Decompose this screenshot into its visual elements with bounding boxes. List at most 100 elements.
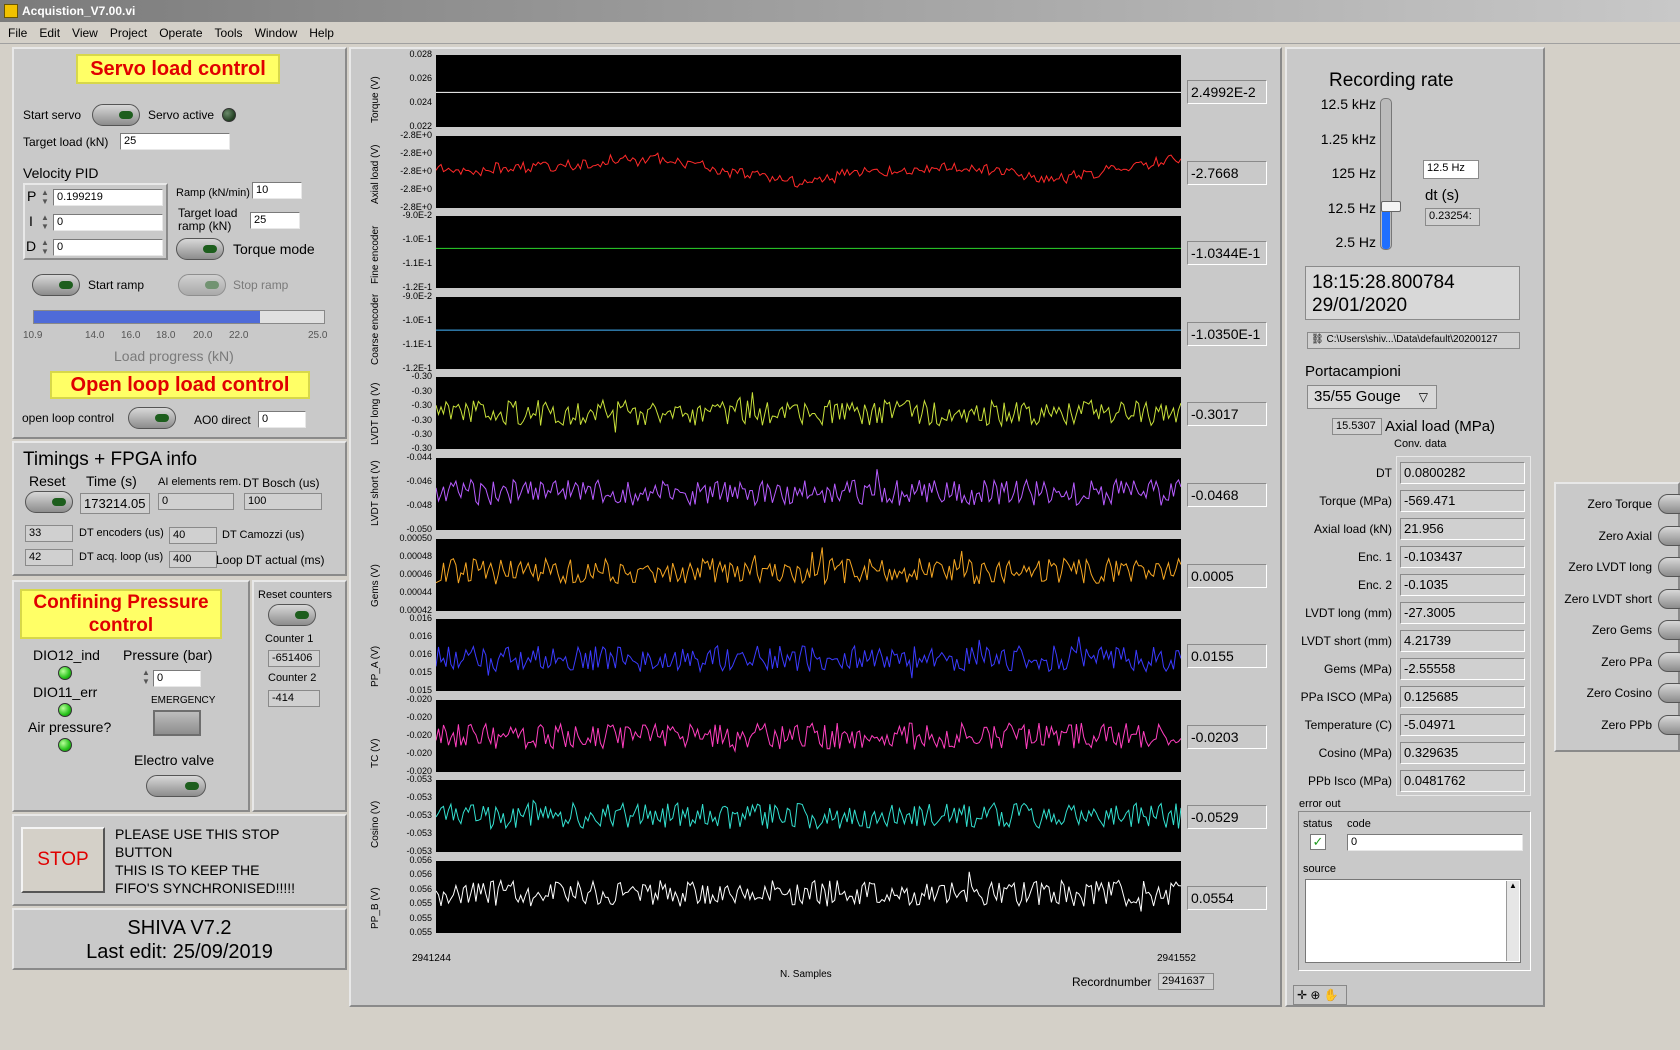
portacampioni-value: 35/55 Gouge (1314, 388, 1401, 405)
axial-mpa-display: 15.5307 (1332, 418, 1382, 435)
error-source-scrollbar[interactable]: ▲ (1506, 881, 1519, 961)
zero-toggle[interactable] (1658, 557, 1680, 577)
confining-title-line1: Confining Pressure (33, 592, 209, 613)
plot-trace-svg (436, 392, 1181, 433)
dt-acq-display: 42 (25, 549, 73, 566)
zero-toggle[interactable] (1658, 651, 1680, 672)
electro-valve-toggle[interactable] (146, 775, 206, 797)
plot-trace (436, 546, 1181, 586)
ramp-input[interactable]: 10 (252, 182, 302, 199)
load-progress-ticks: 10.9 14.0 16.0 18.0 20.0 22.0 25.0 (23, 330, 333, 344)
plot-y-label: Coarse encoder (370, 293, 381, 365)
conv-row-label: Enc. 1 (1357, 550, 1392, 564)
velocity-pid-label: Velocity PID (23, 165, 99, 181)
dio12-label: DIO12_ind (33, 647, 100, 663)
air-pressure-label: Air pressure? (28, 719, 112, 735)
emergency-button[interactable] (153, 710, 201, 736)
pressure-spinner[interactable]: ▲ ▼ (141, 668, 151, 686)
recordnumber-label: Recordnumber (1072, 975, 1152, 989)
version-line: SHIVA V7.2 (127, 917, 232, 939)
i-input[interactable]: 0 (53, 214, 163, 231)
plot-y-tick: -0.053 (406, 792, 432, 803)
plot-5 (436, 458, 1181, 530)
menu-edit[interactable]: Edit (39, 26, 60, 40)
plot-y-tick: -1.0E-1 (402, 234, 432, 245)
conv-row-label: Axial load (kN) (1313, 522, 1392, 536)
pressure-input[interactable]: 0 (153, 670, 201, 687)
servo-active-label: Servo active (148, 108, 215, 122)
dt-display: 0.23254: (1425, 208, 1480, 226)
start-servo-toggle[interactable] (92, 104, 140, 126)
plot-y-tick: -2.8E+0 (400, 183, 432, 194)
reset-toggle[interactable] (25, 491, 73, 513)
plot-y-tick: -0.053 (406, 774, 432, 785)
plot-y-tick: -0.020 (406, 711, 432, 722)
version-info: SHIVA V7.2 Last edit: 25/09/2019 (12, 916, 347, 964)
plot-trace-svg (436, 799, 1181, 831)
conv-row-value: 0.329635 (1400, 742, 1525, 764)
plot-y-tick: 0.00046 (399, 568, 432, 579)
stop-message-line4: FIFO'S SYNCHRONISED!!!!! (115, 880, 296, 896)
d-input[interactable]: 0 (53, 239, 163, 256)
menu-view[interactable]: View (72, 26, 98, 40)
stop-ramp-toggle[interactable] (178, 274, 226, 296)
d-spinner[interactable]: ▲ ▼ (40, 238, 50, 256)
start-ramp-toggle[interactable] (32, 274, 80, 296)
plot-trace-svg (436, 636, 1181, 679)
zero-toggle[interactable] (1658, 714, 1680, 735)
portacampioni-select[interactable]: 35/55 Gouge ▽ (1307, 385, 1437, 409)
recording-rate-slider-track[interactable] (1380, 98, 1392, 250)
ao0-input[interactable]: 0 (258, 411, 306, 428)
menu-operate[interactable]: Operate (159, 26, 202, 40)
plot-y-tick: 0.028 (409, 49, 432, 59)
menu-window[interactable]: Window (255, 26, 298, 40)
recording-rate-slider-thumb[interactable] (1381, 201, 1401, 212)
dt-encoders-label: DT encoders (us) (79, 527, 164, 539)
zero-toggle[interactable] (1658, 620, 1680, 640)
target-load-input[interactable]: 25 (120, 133, 230, 150)
zero-toggle[interactable] (1658, 588, 1680, 609)
open-loop-toggle[interactable] (128, 407, 176, 429)
conv-row-label: DT (1376, 466, 1392, 480)
dio11-led (58, 703, 72, 717)
error-source-textarea[interactable] (1305, 879, 1521, 963)
plot-trace (436, 721, 1181, 753)
plot-trace (436, 636, 1181, 679)
plot-7 (436, 619, 1181, 692)
conv-row-value: 0.0481762 (1400, 770, 1525, 792)
zero-toggle[interactable] (1658, 525, 1680, 546)
torque-mode-toggle[interactable] (176, 238, 224, 260)
plot-y-tick: 0.024 (409, 97, 432, 107)
conv-row-label: Torque (MPa) (1319, 494, 1392, 508)
p-input[interactable]: 0.199219 (53, 189, 163, 206)
stop-message: PLEASE USE THIS STOP BUTTON THIS IS TO K… (115, 825, 295, 897)
conv-row-label: Enc. 2 (1357, 578, 1392, 592)
zero-toggle[interactable] (1658, 494, 1680, 514)
zoom-icon[interactable]: ⊕ (1310, 988, 1320, 1002)
progress-tick: 14.0 (85, 330, 105, 341)
confining-title: Confining Pressure control (20, 589, 222, 639)
conv-row-value: -27.3005 (1400, 602, 1525, 624)
file-path-icon: ⛓ (1311, 334, 1327, 345)
plot-y-tick: -2.8E+0 (400, 129, 432, 140)
stop-button[interactable]: STOP (21, 827, 105, 893)
menu-help[interactable]: Help (309, 26, 334, 40)
p-spinner[interactable]: ▲ ▼ (40, 188, 50, 206)
load-progress-fill (34, 311, 261, 323)
zero-label: Zero PPb (1601, 717, 1652, 732)
crosshair-icon[interactable]: ✛ (1297, 988, 1307, 1002)
i-spinner[interactable]: ▲ ▼ (40, 213, 50, 231)
zero-label: Zero Torque (1587, 497, 1652, 511)
file-path-display: ⛓ C:\Users\shiv...\Data\default\20200127 (1307, 332, 1520, 349)
chevron-down-icon: ▽ (1418, 390, 1428, 404)
plot-y-tick: 0.055 (409, 927, 432, 937)
menu-file[interactable]: File (8, 26, 27, 40)
plot-trace (436, 871, 1181, 912)
reset-counters-toggle[interactable] (268, 604, 316, 626)
menu-tools[interactable]: Tools (215, 26, 243, 40)
zero-toggle[interactable] (1658, 683, 1680, 703)
target-ramp-input[interactable]: 25 (250, 212, 300, 229)
pan-hand-icon[interactable]: ✋ (1324, 988, 1339, 1002)
menu-project[interactable]: Project (110, 26, 147, 40)
plot-trace-svg (436, 871, 1181, 912)
